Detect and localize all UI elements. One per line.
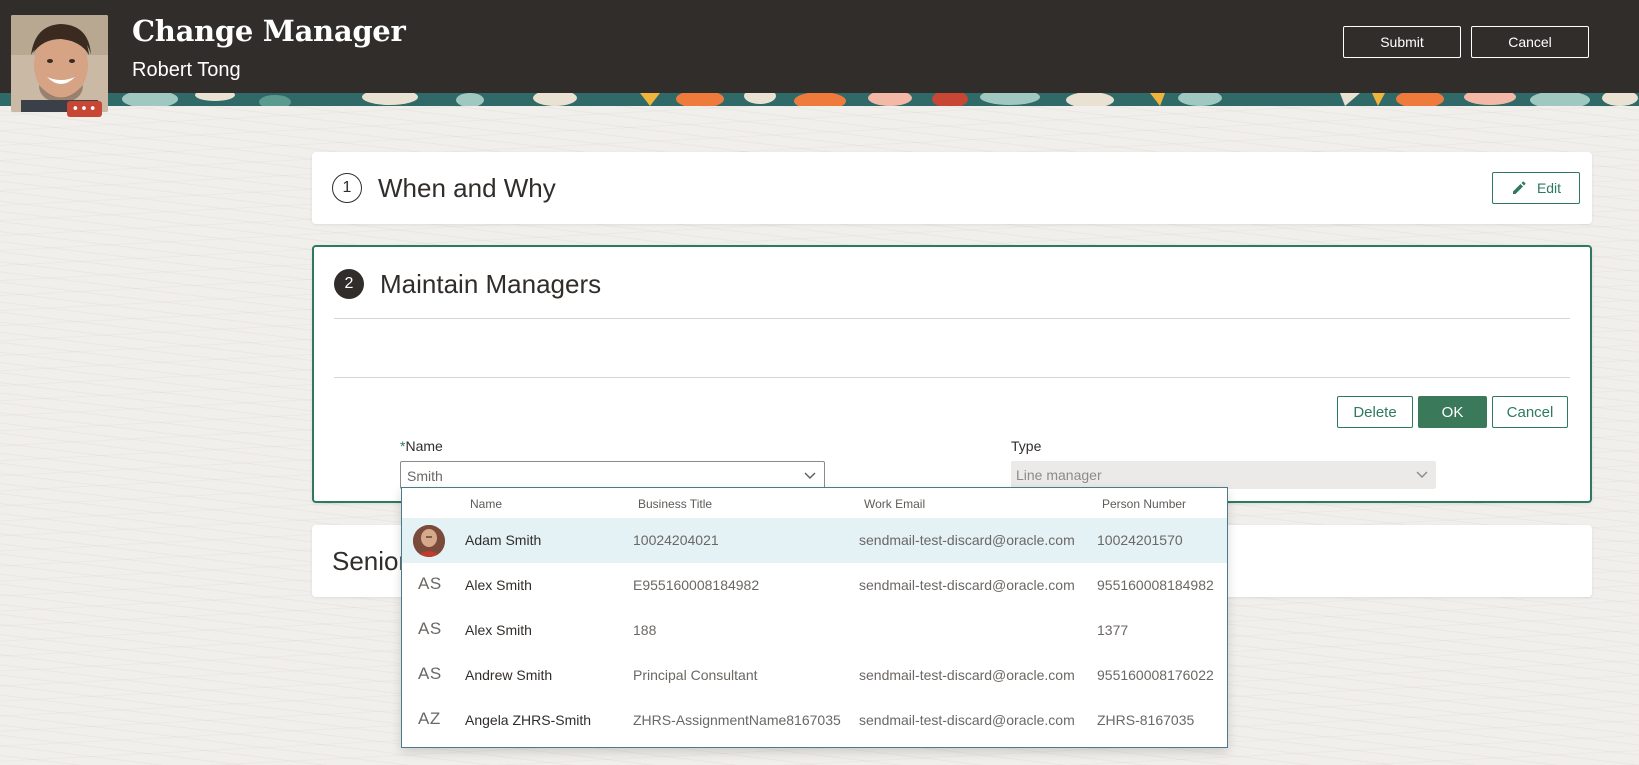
- row-person-number: 955160008184982: [1097, 577, 1214, 593]
- section-title: Senior: [332, 546, 408, 576]
- header-decorative-band: [0, 93, 1639, 106]
- column-header-person-number: Person Number: [1102, 497, 1187, 511]
- row-person-number: 955160008176022: [1097, 667, 1214, 683]
- section-title: Maintain Managers: [380, 269, 602, 299]
- initials-avatar: AS: [418, 619, 442, 638]
- type-value: Line manager: [1016, 467, 1102, 483]
- dropdown-row[interactable]: AS Alex Smith E955160008184982 sendmail-…: [402, 563, 1227, 608]
- column-header-business-title: Business Title: [638, 497, 713, 511]
- name-input-value: Smith: [407, 468, 443, 484]
- edit-label: Edit: [1536, 180, 1562, 196]
- initials-avatar: AZ: [418, 709, 441, 728]
- dropdown-header: Name Business Title Work Email Person Nu…: [402, 488, 1227, 518]
- manager-search-dropdown[interactable]: Name Business Title Work Email Person Nu…: [401, 487, 1228, 748]
- section-title: When and Why: [378, 173, 556, 203]
- row-work-email: sendmail-test-discard@oracle.com: [859, 577, 1075, 593]
- avatar: [413, 525, 445, 557]
- manager-name-input[interactable]: Smith: [400, 461, 825, 489]
- row-name: Alex Smith: [465, 622, 532, 638]
- when-and-why-card: 1 When and Why Edit: [312, 152, 1592, 224]
- row-name: Andrew Smith: [465, 667, 553, 683]
- ok-button[interactable]: OK: [1418, 396, 1487, 428]
- name-field-label: *Name: [400, 438, 443, 454]
- row-name: Adam Smith: [465, 532, 542, 548]
- divider: [334, 318, 1570, 319]
- more-options-icon[interactable]: •••: [67, 101, 102, 117]
- step-number: 1: [332, 173, 362, 203]
- divider: [334, 377, 1570, 378]
- manager-type-select[interactable]: Line manager: [1011, 461, 1436, 489]
- row-business-title: 188: [633, 622, 657, 638]
- dropdown-row[interactable]: Adam Smith 10024204021 sendmail-test-dis…: [402, 518, 1227, 563]
- delete-button[interactable]: Delete: [1337, 396, 1413, 428]
- row-name: Angela ZHRS-Smith: [465, 712, 592, 728]
- initials-avatar: AS: [418, 664, 442, 683]
- dropdown-row[interactable]: AZ Angela ZHRS-Smith ZHRS-AssignmentName…: [402, 698, 1227, 743]
- row-work-email: sendmail-test-discard@oracle.com: [859, 532, 1075, 548]
- row-business-title: E955160008184982: [633, 577, 760, 593]
- pencil-icon: [1512, 181, 1526, 194]
- row-work-email: sendmail-test-discard@oracle.com: [859, 667, 1075, 683]
- row-work-email: sendmail-test-discard@oracle.com: [859, 712, 1075, 728]
- row-person-number: ZHRS-8167035: [1097, 712, 1195, 728]
- step-number: 2: [334, 269, 364, 299]
- dropdown-row[interactable]: AS Andrew Smith Principal Consultant sen…: [402, 653, 1227, 698]
- person-avatar[interactable]: [11, 15, 108, 112]
- row-business-title: Principal Consultant: [633, 667, 758, 683]
- row-name: Alex Smith: [465, 577, 532, 593]
- type-field-label: Type: [1011, 438, 1042, 454]
- cancel-manager-button[interactable]: Cancel: [1492, 396, 1568, 428]
- initials-avatar: AS: [418, 574, 442, 593]
- submit-button[interactable]: Submit: [1343, 26, 1461, 58]
- chevron-down-icon[interactable]: [804, 470, 816, 480]
- row-person-number: 10024201570: [1097, 532, 1183, 548]
- cancel-button[interactable]: Cancel: [1471, 26, 1589, 58]
- page-header: Change Manager Robert Tong Submit Cancel: [0, 0, 1639, 106]
- row-person-number: 1377: [1097, 622, 1129, 638]
- page-title: Change Manager: [132, 14, 406, 48]
- person-name: Robert Tong: [132, 59, 241, 81]
- column-header-work-email: Work Email: [864, 497, 926, 511]
- dropdown-row[interactable]: AS Alex Smith 188 1377: [402, 608, 1227, 653]
- row-business-title: ZHRS-AssignmentName8167035: [633, 712, 841, 728]
- edit-button[interactable]: Edit: [1492, 172, 1580, 204]
- maintain-managers-card: 2 Maintain Managers Delete OK Cancel *Na…: [312, 245, 1592, 503]
- column-header-name: Name: [470, 497, 503, 511]
- row-business-title: 10024204021: [633, 532, 719, 548]
- chevron-down-icon[interactable]: [1416, 469, 1428, 479]
